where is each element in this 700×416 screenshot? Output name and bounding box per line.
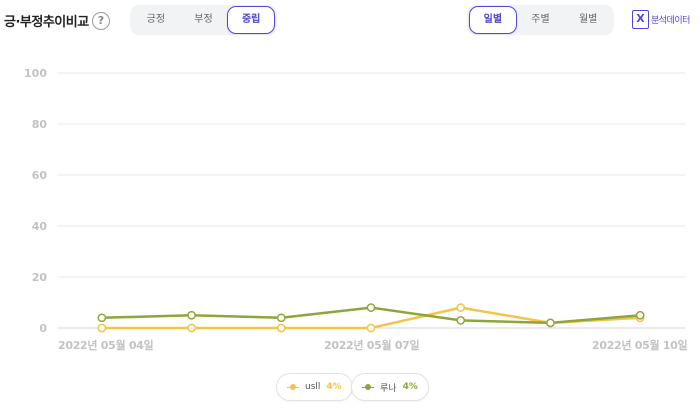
data-point-series-2[interactable] (366, 303, 376, 312)
legend-series-value: 4% (402, 382, 418, 392)
data-point-series-1[interactable] (366, 323, 376, 333)
data-point-series-1[interactable] (97, 323, 107, 333)
data-point-series-2[interactable] (635, 310, 645, 320)
legend-marker-icon (362, 383, 374, 391)
data-point-series-2[interactable] (546, 318, 555, 328)
legend-series-name: 루나 (380, 383, 397, 394)
data-point-series-2[interactable] (187, 310, 196, 320)
legend-series-value: 4% (326, 382, 342, 392)
legend-item-series-2[interactable]: 루나 4% (351, 373, 429, 401)
trend-line-chart (57, 72, 685, 333)
data-point-series-1[interactable] (276, 323, 286, 333)
data-point-series-2[interactable] (276, 313, 286, 323)
legend-marker-icon (287, 383, 299, 391)
data-point-series-2[interactable] (456, 316, 466, 325)
legend-series-name: usll (305, 382, 321, 392)
legend-item-series-1[interactable]: usll 4% (276, 373, 353, 401)
data-point-series-2[interactable] (97, 313, 107, 323)
data-point-series-1[interactable] (456, 303, 466, 312)
data-point-series-1[interactable] (187, 323, 196, 333)
